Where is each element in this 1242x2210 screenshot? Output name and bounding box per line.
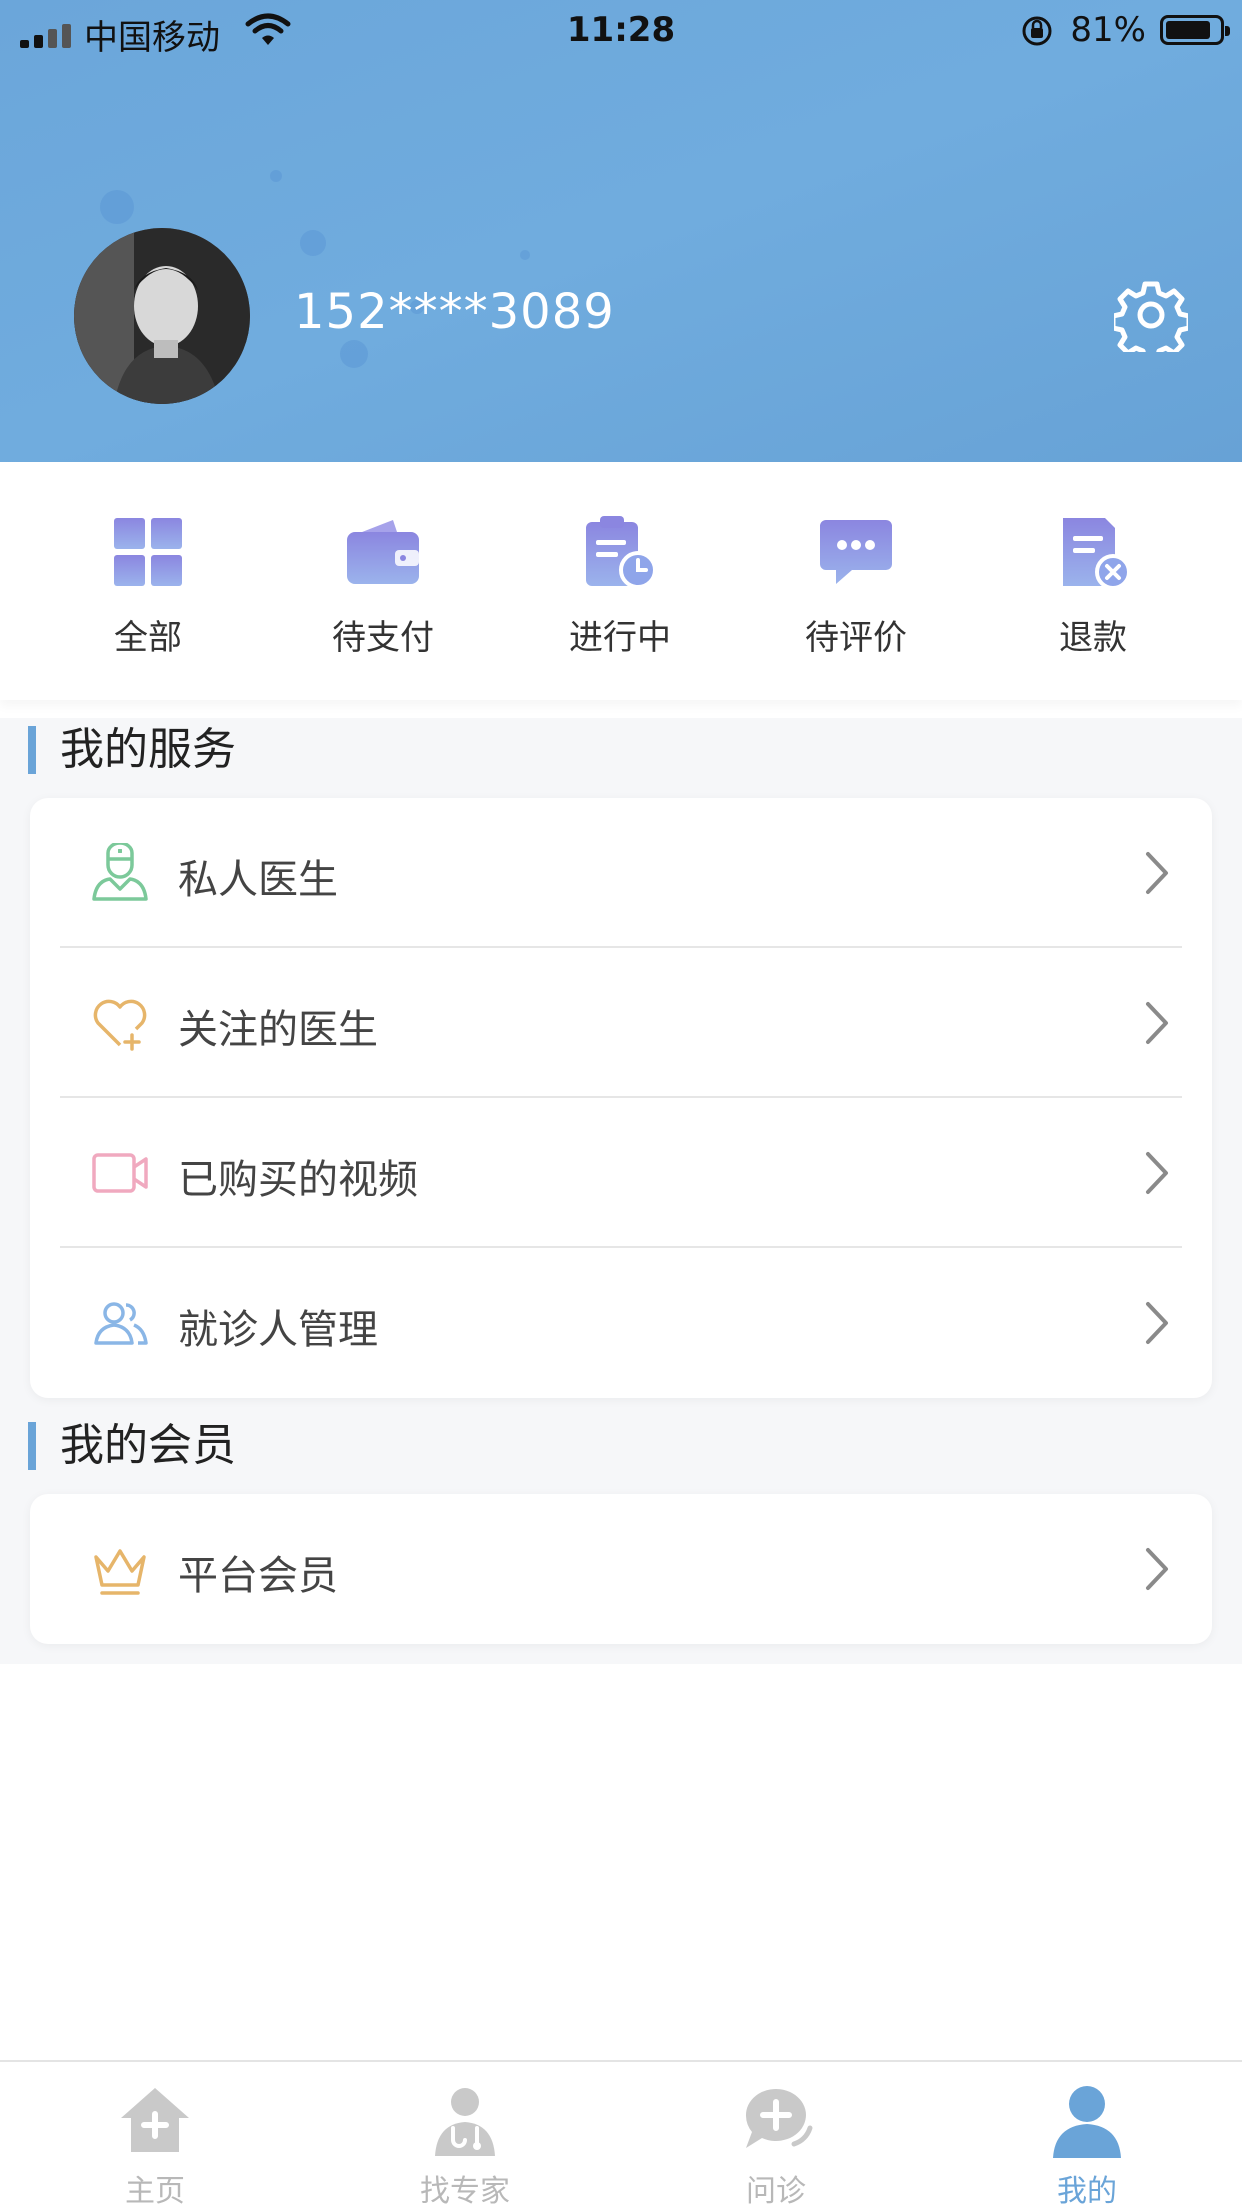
home-icon [121,2088,189,2152]
order-unpaid-button[interactable]: 待支付 [308,512,458,659]
doctor-icon [92,843,148,901]
decoration-dot [270,170,282,182]
tab-label: 找专家 [420,2174,510,2209]
battery-percent: 81% [1070,10,1146,50]
membership-section-title: 我的会员 [28,1422,236,1470]
order-review-label: 待评价 [805,618,907,658]
expert-icon [435,2088,495,2156]
refund-doc-icon [1063,518,1131,590]
membership-card: 平台会员 [30,1494,1212,1644]
service-label: 已购买的视频 [178,1157,418,1203]
services-card: 私人医生 关注的医生 已购买的视频 就诊人管理 [30,798,1212,1398]
service-item-private-doctor[interactable]: 私人医生 [30,798,1212,948]
service-label: 就诊人管理 [178,1307,378,1353]
order-unpaid-label: 待支付 [332,618,434,658]
decoration-dot [340,340,368,368]
heart-plus-icon [93,999,147,1051]
chevron-right-icon [1146,852,1168,894]
patients-icon [94,1302,148,1345]
order-refund-button[interactable]: 退款 [1018,512,1168,659]
order-inprogress-button[interactable]: 进行中 [545,512,695,659]
tab-mine[interactable]: 我的 [1012,2082,1162,2210]
chevron-right-icon [1146,1302,1168,1344]
service-item-purchased-videos[interactable]: 已购买的视频 [30,1098,1212,1248]
consult-icon [745,2088,813,2148]
status-bar: 中国移动 11:28 81% [0,0,1242,62]
order-all-button[interactable]: 全部 [73,512,223,659]
user-phone: 152****3089 [294,284,615,340]
video-camera-icon [92,1153,148,1193]
rotation-lock-icon [1022,16,1052,46]
avatar[interactable] [74,228,250,404]
battery-icon [1160,15,1230,45]
service-item-followed-doctors[interactable]: 关注的医生 [30,948,1212,1098]
tab-consult[interactable]: 问诊 [701,2082,851,2210]
membership-item-platform[interactable]: 平台会员 [30,1494,1212,1644]
decoration-dot [520,250,530,260]
order-all-label: 全部 [114,618,182,658]
services-section-title: 我的服务 [28,726,236,774]
chevron-right-icon [1146,1002,1168,1044]
chat-bubble-icon [820,520,892,584]
bottom-tab-bar: 主页 找专家 问诊 我的 [0,2060,1242,2210]
tab-label: 我的 [1057,2174,1117,2209]
wallet-icon [347,520,419,584]
decoration-dot [300,230,326,256]
order-inprogress-label: 进行中 [569,618,671,658]
user-icon [1053,2086,1121,2158]
order-refund-label: 退款 [1059,618,1127,658]
decoration-dot [100,190,134,224]
crown-icon [94,1549,146,1595]
clipboard-clock-icon [586,516,657,589]
order-review-button[interactable]: 待评价 [781,512,931,659]
service-label: 私人医生 [178,857,338,903]
tab-label: 问诊 [746,2174,806,2209]
profile-header: 中国移动 11:28 81% 152****3089 [0,0,1242,462]
gear-icon[interactable] [1114,278,1188,352]
membership-label: 平台会员 [178,1553,338,1599]
service-label: 关注的医生 [178,1007,378,1053]
clock: 11:28 [566,10,676,50]
tab-experts[interactable]: 找专家 [390,2082,540,2210]
service-item-patient-management[interactable]: 就诊人管理 [30,1248,1212,1398]
tab-home[interactable]: 主页 [80,2082,230,2210]
grid-icon [114,518,182,586]
chevron-right-icon [1146,1152,1168,1194]
chevron-right-icon [1146,1548,1168,1590]
tab-label: 主页 [125,2174,185,2209]
order-shortcuts: 全部 待支付 进行中 待评价 退款 [0,462,1242,700]
